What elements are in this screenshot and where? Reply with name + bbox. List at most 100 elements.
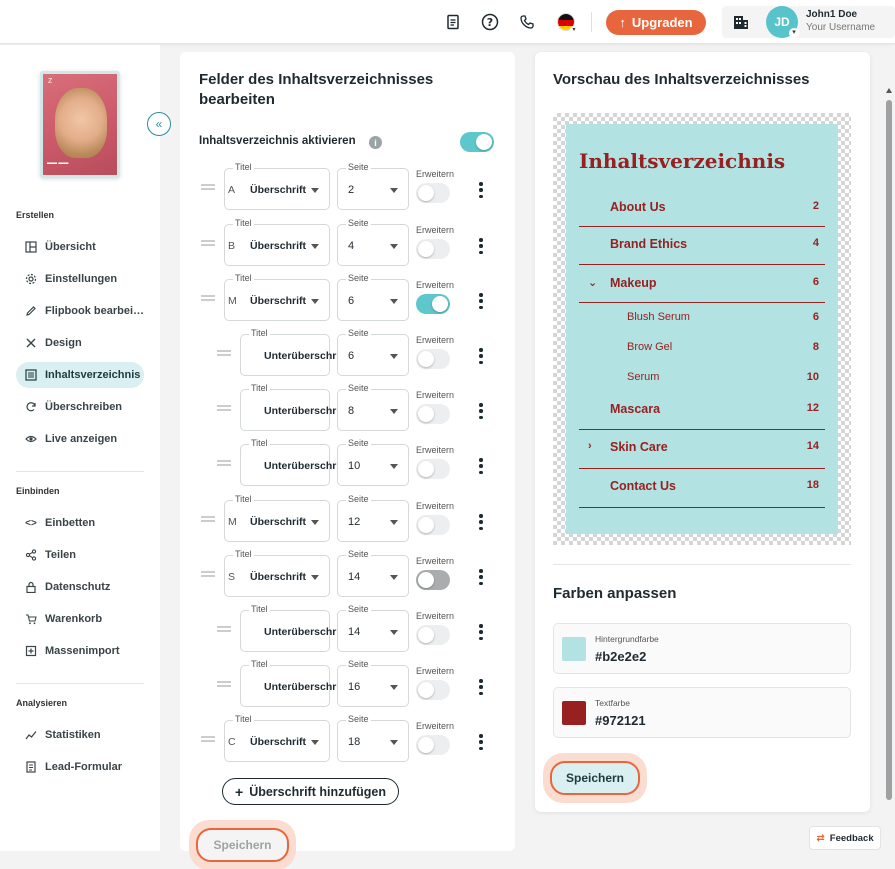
page-select[interactable]: Seite 2 [337, 162, 409, 210]
sidebar-item-flipbook-bearbeiten[interactable]: Flipbook bearbei… [16, 298, 144, 324]
layout-icon [25, 241, 37, 253]
title-level-select[interactable]: Titel A Überschrift [224, 162, 330, 210]
page-select[interactable]: Seite 10 [337, 438, 409, 486]
background-color-picker[interactable]: Hintergrundfarbe #b2e2e2 [553, 623, 851, 674]
text-color-picker[interactable]: Textfarbe #972121 [553, 687, 851, 738]
sidebar-item-teilen[interactable]: Teilen [16, 542, 144, 568]
more-options-icon[interactable] [479, 679, 483, 695]
building-icon[interactable] [732, 13, 750, 36]
add-heading-button[interactable]: + Überschrift hinzufügen [222, 778, 399, 805]
more-options-icon[interactable] [479, 293, 483, 309]
more-options-icon[interactable] [479, 182, 483, 198]
drag-handle-icon[interactable] [201, 240, 215, 246]
expand-toggle[interactable] [416, 459, 450, 479]
page-select[interactable]: Seite 14 [337, 549, 409, 597]
drag-handle-icon[interactable] [201, 736, 215, 742]
page-select[interactable]: Seite 14 [337, 604, 409, 652]
scrollbar[interactable] [886, 100, 892, 800]
sidebar-item-inhaltsverzeichnis[interactable]: Inhaltsverzeichnis [16, 362, 144, 388]
drag-handle-icon[interactable] [201, 184, 215, 190]
expand-toggle[interactable] [416, 625, 450, 645]
phone-icon[interactable] [517, 12, 537, 32]
activate-toc-toggle[interactable] [460, 132, 494, 152]
page-select[interactable]: Seite 18 [337, 714, 409, 762]
info-icon[interactable]: i [369, 136, 382, 149]
upgrade-button[interactable]: ↑ Upgraden [606, 10, 706, 35]
title-level-select[interactable]: Titel Unterüberschrift [240, 604, 355, 652]
more-options-icon[interactable] [479, 624, 483, 640]
user-menu[interactable]: JD ▾ John1 Doe Your Username [722, 6, 895, 38]
drag-handle-icon[interactable] [201, 571, 215, 577]
sidebar-item-label: Flipbook bearbei… [45, 305, 144, 317]
page-select[interactable]: Seite 8 [337, 383, 409, 431]
page-select[interactable]: Seite 12 [337, 494, 409, 542]
title-level-select[interactable]: Titel Unterüberschrift [240, 438, 355, 486]
divider [16, 683, 144, 684]
title-level-select[interactable]: Titel C Überschrift [224, 714, 330, 762]
expand-toggle[interactable] [416, 735, 450, 755]
more-options-icon[interactable] [479, 238, 483, 254]
title-level-select[interactable]: Titel Unterüberschrift [240, 659, 355, 707]
more-options-icon[interactable] [479, 348, 483, 364]
background-color-swatch[interactable] [562, 637, 586, 661]
expand-toggle[interactable] [416, 349, 450, 369]
drag-handle-icon[interactable] [217, 350, 231, 356]
toc-entry-page: 12 [806, 402, 819, 414]
drag-handle-icon[interactable] [217, 460, 231, 466]
sidebar-item-einbetten[interactable]: <> Einbetten [16, 510, 144, 536]
text-color-swatch[interactable] [562, 701, 586, 725]
more-options-icon[interactable] [479, 403, 483, 419]
sidebar-item-design[interactable]: Design [16, 330, 144, 356]
upgrade-label: Upgraden [631, 15, 693, 30]
help-icon[interactable]: ? [480, 12, 500, 32]
expand-toggle[interactable] [416, 515, 450, 535]
collapse-sidebar-button[interactable]: « [147, 112, 171, 136]
expand-toggle[interactable] [416, 294, 450, 314]
feedback-button[interactable]: ⇄ Feedback [809, 826, 881, 850]
drag-handle-icon[interactable] [217, 405, 231, 411]
page-select[interactable]: Seite 6 [337, 273, 409, 321]
save-editor-button[interactable]: Speichern [196, 828, 289, 862]
expand-toggle[interactable] [416, 404, 450, 424]
sidebar-item-statistiken[interactable]: Statistiken [16, 722, 144, 748]
save-colors-button[interactable]: Speichern [550, 761, 640, 795]
page-select[interactable]: Seite 16 [337, 659, 409, 707]
title-level-select[interactable]: Titel B Überschrift [224, 218, 330, 266]
sidebar-item-live-anzeigen[interactable]: Live anzeigen [16, 426, 144, 452]
drag-handle-icon[interactable] [201, 516, 215, 522]
expand-toggle[interactable] [416, 570, 450, 590]
drag-handle-icon[interactable] [201, 295, 215, 301]
sidebar-item-datenschutz[interactable]: Datenschutz [16, 574, 144, 600]
sidebar-item-label: Einbetten [45, 517, 96, 529]
more-options-icon[interactable] [479, 514, 483, 530]
document-icon[interactable] [443, 12, 463, 32]
title-level-select[interactable]: Titel Unterüberschrift [240, 383, 355, 431]
page-field-label: Seite [346, 659, 371, 669]
sidebar-item-warenkorb[interactable]: Warenkorb [16, 606, 144, 632]
page-value: 6 [348, 350, 355, 362]
page-select[interactable]: Seite 6 [337, 328, 409, 376]
scroll-up-arrow[interactable] [886, 88, 892, 93]
more-options-icon[interactable] [479, 569, 483, 585]
more-options-icon[interactable] [479, 458, 483, 474]
more-options-icon[interactable] [479, 734, 483, 750]
sidebar-item-uebersicht[interactable]: Übersicht [16, 234, 144, 260]
sidebar-item-lead-formular[interactable]: Lead-Formular [16, 754, 144, 780]
expand-toggle[interactable] [416, 183, 450, 203]
title-level-select[interactable]: Titel Unterüberschrift [240, 328, 355, 376]
page-select[interactable]: Seite 4 [337, 218, 409, 266]
sidebar-item-einstellungen[interactable]: Einstellungen [16, 266, 144, 292]
arrow-up-icon: ↑ [619, 15, 626, 30]
drag-handle-icon[interactable] [217, 681, 231, 687]
flipbook-cover-thumbnail[interactable]: Z ▬▬ ▬▬ [40, 71, 120, 178]
expand-toggle[interactable] [416, 680, 450, 700]
expand-label: Erweitern [416, 225, 455, 235]
title-level-select[interactable]: Titel S Überschrift [224, 549, 330, 597]
expand-toggle[interactable] [416, 239, 450, 259]
title-level-select[interactable]: Titel M Überschrift [224, 494, 330, 542]
sidebar-item-ueberschreiben[interactable]: Überschreiben [16, 394, 144, 420]
sidebar-item-massenimport[interactable]: Massenimport [16, 638, 144, 664]
drag-handle-icon[interactable] [217, 626, 231, 632]
title-level-select[interactable]: Titel M Überschrift [224, 273, 330, 321]
section-label-analysieren: Analysieren [16, 698, 68, 708]
